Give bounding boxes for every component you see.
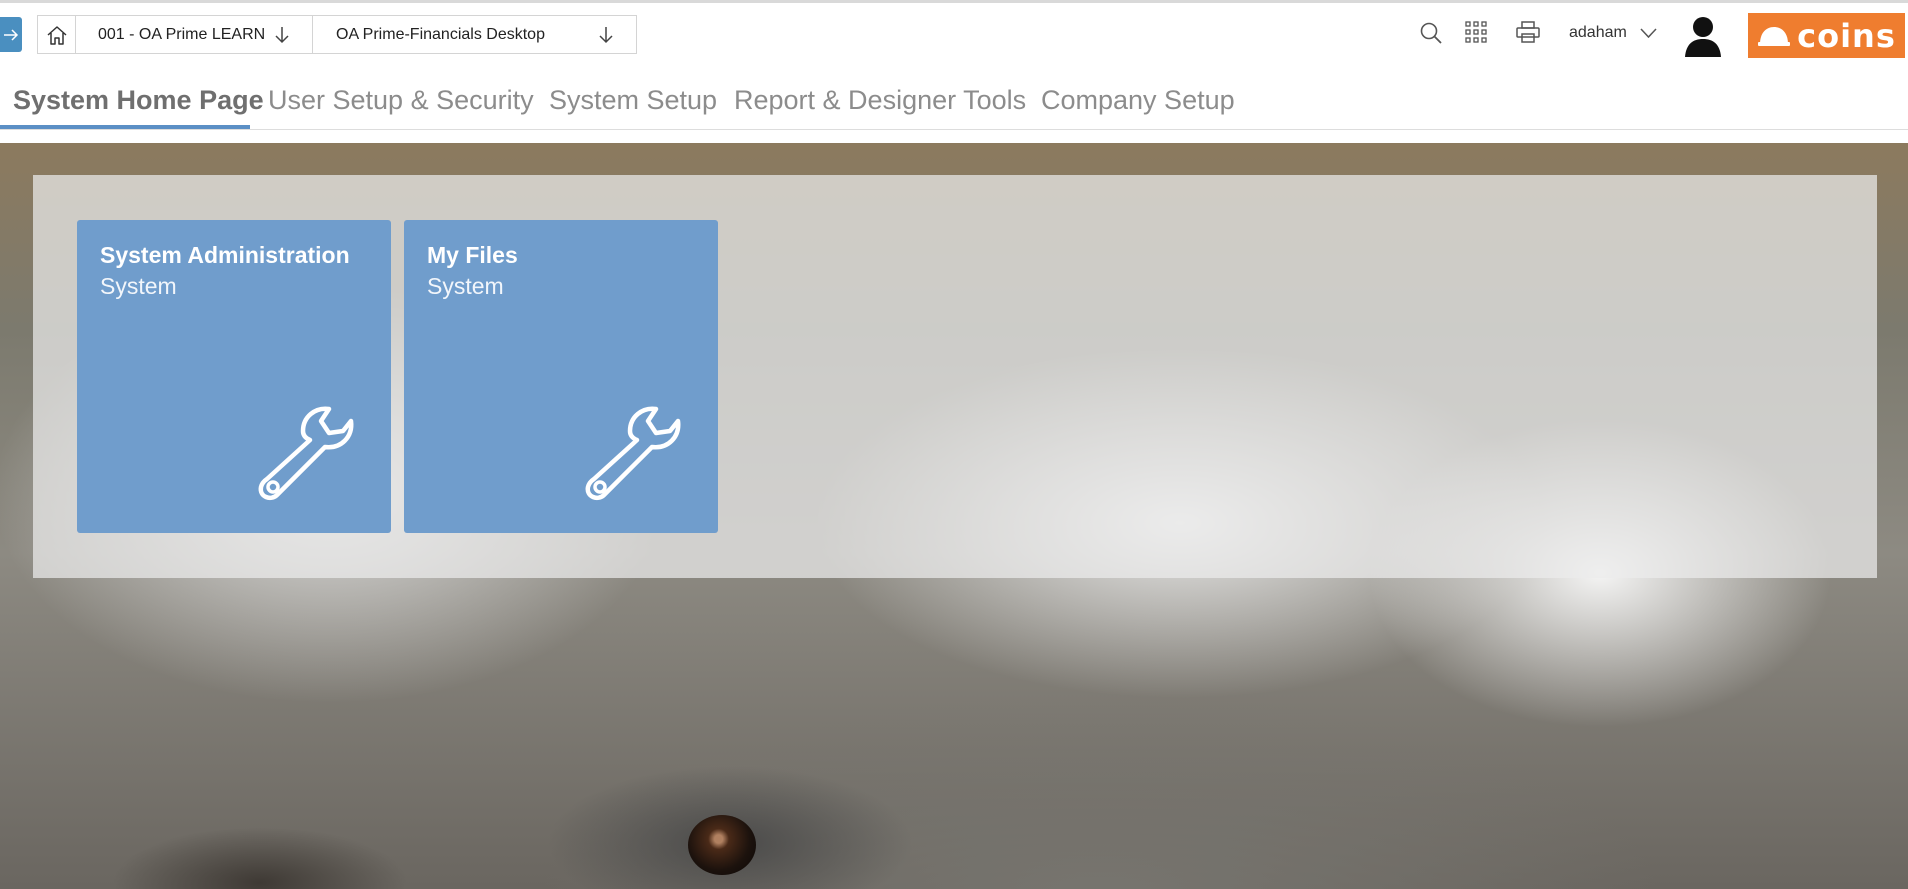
breadcrumb-company-label: 001 - OA Prime LEARN xyxy=(98,25,266,43)
search-icon[interactable] xyxy=(1419,21,1443,45)
tile-my-files[interactable]: My Files System xyxy=(404,220,718,533)
home-icon xyxy=(47,25,66,45)
tab-user-setup-security[interactable]: User Setup & Security xyxy=(268,85,534,116)
wrench-icon xyxy=(585,406,681,500)
wrench-icon xyxy=(258,406,354,500)
apps-grid-icon[interactable] xyxy=(1465,21,1487,43)
tab-report-designer-tools[interactable]: Report & Designer Tools xyxy=(734,85,1026,116)
breadcrumb: 001 - OA Prime LEARN OA Prime-Financials… xyxy=(37,15,637,54)
coins-logo: coins xyxy=(1748,13,1905,58)
tab-system-home-page[interactable]: System Home Page xyxy=(13,85,264,116)
chevron-down-icon[interactable] xyxy=(1640,27,1657,39)
main-tabs: System Home Page User Setup & Security S… xyxy=(0,64,1908,130)
tab-company-setup[interactable]: Company Setup xyxy=(1041,85,1235,116)
home-button[interactable] xyxy=(38,16,76,53)
breadcrumb-desktop-label: OA Prime-Financials Desktop xyxy=(336,25,545,43)
tab-system-setup[interactable]: System Setup xyxy=(549,85,717,116)
logo-text: coins xyxy=(1797,16,1896,55)
arrow-down-icon[interactable] xyxy=(274,26,290,44)
sidebar-toggle-button[interactable] xyxy=(0,17,22,52)
arrow-down-icon[interactable] xyxy=(598,26,614,44)
tile-subtitle: System xyxy=(100,273,177,299)
breadcrumb-company[interactable]: 001 - OA Prime LEARN xyxy=(76,16,313,53)
koala-eye xyxy=(688,815,756,875)
hard-hat-icon xyxy=(1758,26,1791,46)
tile-system-administration[interactable]: System Administration System xyxy=(77,220,391,533)
breadcrumb-desktop[interactable]: OA Prime-Financials Desktop xyxy=(313,16,636,53)
top-bar: 001 - OA Prime LEARN OA Prime-Financials… xyxy=(0,0,1908,64)
print-icon[interactable] xyxy=(1516,21,1540,43)
tile-subtitle: System xyxy=(427,273,504,299)
tile-title: My Files xyxy=(427,242,518,268)
avatar[interactable] xyxy=(1683,15,1723,57)
user-menu-name[interactable]: adaham xyxy=(1569,24,1627,42)
active-tab-indicator xyxy=(0,125,250,129)
arrow-right-icon xyxy=(4,28,19,41)
tile-title: System Administration xyxy=(100,242,350,268)
